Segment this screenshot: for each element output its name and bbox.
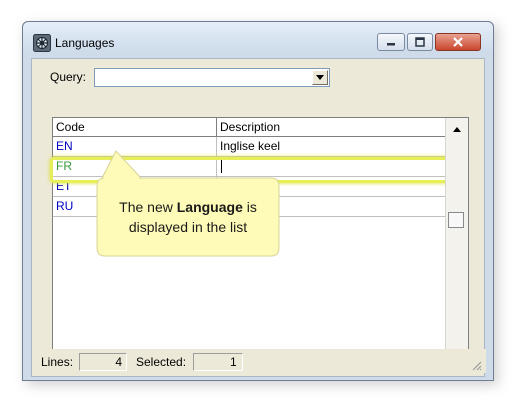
status-bar: Lines: 4 Selected: 1 — [32, 349, 486, 373]
window-title: Languages — [55, 36, 115, 50]
callout-tooltip: The new Language is displayed in the lis… — [96, 150, 280, 257]
callout-text-part: is — [242, 199, 257, 215]
close-icon — [453, 37, 463, 47]
languages-app-icon — [33, 34, 51, 52]
maximize-button[interactable] — [407, 33, 433, 51]
callout-text-part: The new — [119, 199, 177, 215]
lines-label: Lines: — [41, 355, 74, 369]
cell-description[interactable]: Inglise keel — [217, 137, 446, 157]
vertical-scrollbar[interactable] — [445, 118, 468, 368]
query-combobox[interactable] — [94, 68, 330, 87]
query-dropdown-button[interactable] — [312, 70, 328, 85]
minimize-icon — [387, 43, 395, 46]
column-header-code[interactable]: Code — [53, 118, 217, 137]
minimize-button[interactable] — [377, 33, 405, 51]
chevron-down-icon — [316, 75, 324, 80]
scroll-up-icon — [453, 126, 461, 132]
maximize-icon — [415, 37, 425, 47]
lines-count: 4 — [79, 353, 127, 371]
scrollbar-thumb[interactable] — [448, 212, 464, 228]
column-header-description[interactable]: Description — [217, 118, 446, 137]
resize-grip-icon[interactable] — [470, 359, 482, 371]
selected-label: Selected: — [136, 355, 187, 369]
query-label: Query: — [50, 70, 87, 84]
cell-code[interactable]: EN — [53, 137, 217, 157]
callout-bold-term: Language — [176, 199, 243, 215]
callout-text: The new Language is displayed in the lis… — [97, 178, 279, 256]
title-bar: Languages — [23, 22, 493, 52]
table-row[interactable]: EN Inglise keel — [53, 137, 446, 157]
close-button[interactable] — [435, 33, 481, 51]
callout-line-2: displayed in the list — [128, 219, 248, 235]
selected-count: 1 — [193, 353, 243, 371]
scroll-up-button[interactable] — [449, 122, 465, 136]
